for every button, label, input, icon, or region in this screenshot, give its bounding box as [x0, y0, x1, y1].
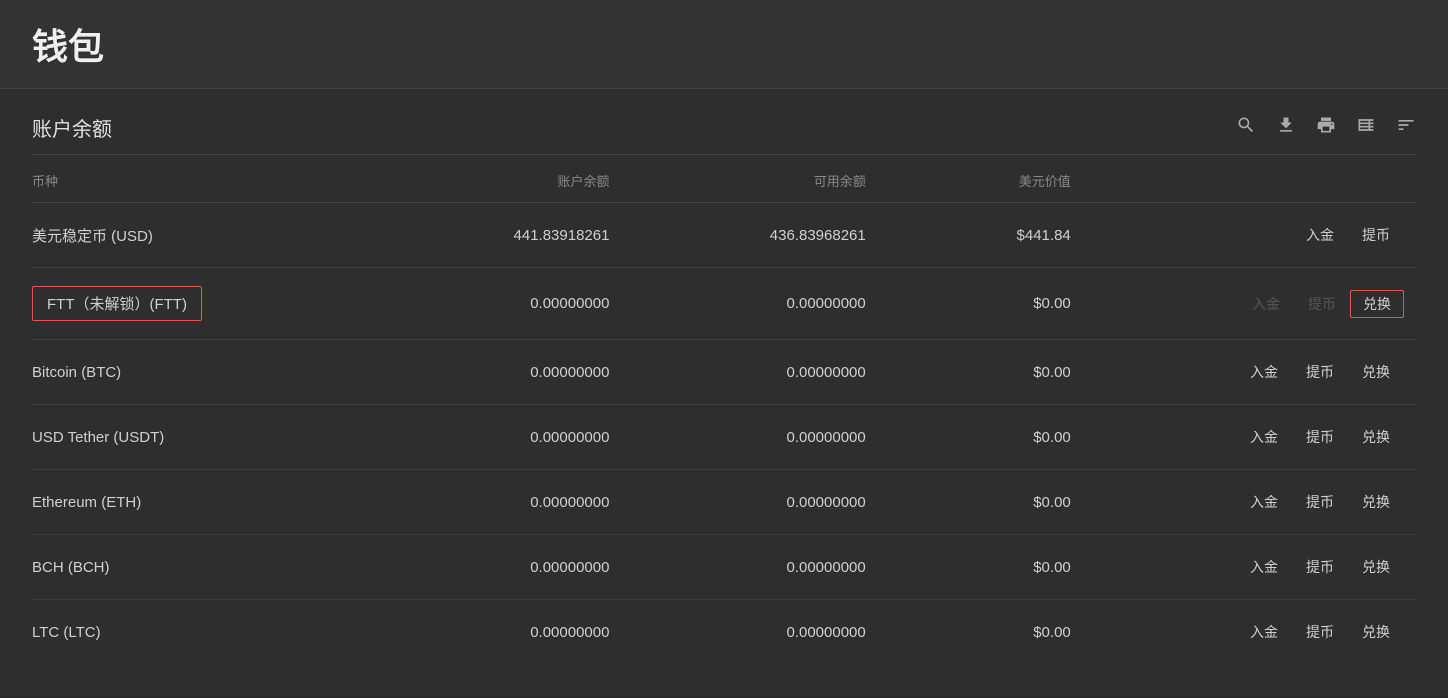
withdraw-button[interactable]: 提币	[1292, 358, 1348, 386]
usd-value-cell: $0.00	[878, 470, 1083, 535]
usd-value-cell: $0.00	[878, 600, 1083, 665]
balances-table: 币种 账户余额 可用余额 美元价值 美元稳定币 (USD)441.8391826…	[32, 155, 1416, 664]
currency-cell: 美元稳定币 (USD)	[32, 203, 365, 268]
actions-cell: 入金提币兑换	[1083, 268, 1416, 340]
deposit-button[interactable]: 入金	[1236, 618, 1292, 646]
exchange-button[interactable]: 兑换	[1348, 423, 1404, 451]
exchange-button[interactable]: 兑换	[1348, 553, 1404, 581]
page-header: 钱包	[0, 0, 1448, 89]
section-header: 账户余额	[32, 89, 1416, 155]
exchange-button[interactable]: 兑换	[1348, 358, 1404, 386]
actions-cell: 入金提币兑换	[1083, 405, 1416, 470]
available-cell: 0.00000000	[621, 268, 877, 340]
ftt-currency-label: FTT（未解锁）(FTT)	[32, 286, 202, 321]
usd-value-cell: $0.00	[878, 405, 1083, 470]
table-row: FTT（未解锁）(FTT)0.000000000.00000000$0.00入金…	[32, 268, 1416, 340]
usd-value-cell: $0.00	[878, 268, 1083, 340]
download-icon[interactable]	[1276, 115, 1296, 140]
balance-cell: 0.00000000	[365, 268, 621, 340]
available-cell: 0.00000000	[621, 340, 877, 405]
table-row: BCH (BCH)0.000000000.00000000$0.00入金提币兑换	[32, 535, 1416, 600]
deposit-button[interactable]: 入金	[1236, 553, 1292, 581]
actions-cell: 入金提币兑换	[1083, 600, 1416, 665]
main-content: 账户余额	[0, 89, 1448, 696]
currency-cell: Bitcoin (BTC)	[32, 340, 365, 405]
balance-cell: 441.83918261	[365, 203, 621, 268]
balance-cell: 0.00000000	[365, 535, 621, 600]
exchange-button[interactable]: 兑换	[1348, 618, 1404, 646]
exchange-button[interactable]: 兑换	[1350, 290, 1404, 318]
withdraw-button[interactable]: 提币	[1292, 423, 1348, 451]
available-cell: 0.00000000	[621, 470, 877, 535]
header-currency: 币种	[32, 155, 365, 203]
table-row: 美元稳定币 (USD)441.83918261436.83968261$441.…	[32, 203, 1416, 268]
columns-icon[interactable]	[1356, 115, 1376, 140]
currency-cell: BCH (BCH)	[32, 535, 365, 600]
toolbar	[1236, 115, 1416, 140]
withdraw-button[interactable]: 提币	[1292, 488, 1348, 516]
table-row: LTC (LTC)0.000000000.00000000$0.00入金提币兑换	[32, 600, 1416, 665]
usd-value-cell: $441.84	[878, 203, 1083, 268]
filter-icon[interactable]	[1396, 115, 1416, 140]
usd-value-cell: $0.00	[878, 535, 1083, 600]
balance-cell: 0.00000000	[365, 405, 621, 470]
available-cell: 0.00000000	[621, 405, 877, 470]
deposit-button[interactable]: 入金	[1236, 488, 1292, 516]
withdraw-button[interactable]: 提币	[1294, 290, 1350, 318]
header-usd-value: 美元价值	[878, 155, 1083, 203]
balance-cell: 0.00000000	[365, 470, 621, 535]
withdraw-button[interactable]: 提币	[1348, 221, 1404, 249]
print-icon[interactable]	[1316, 115, 1336, 140]
currency-cell: FTT（未解锁）(FTT)	[32, 268, 365, 340]
actions-cell: 入金提币	[1083, 203, 1416, 268]
available-cell: 0.00000000	[621, 535, 877, 600]
section-title: 账户余额	[32, 113, 112, 142]
usd-value-cell: $0.00	[878, 340, 1083, 405]
available-cell: 0.00000000	[621, 600, 877, 665]
header-available: 可用余额	[621, 155, 877, 203]
search-icon[interactable]	[1236, 115, 1256, 140]
balance-cell: 0.00000000	[365, 340, 621, 405]
table-row: Ethereum (ETH)0.000000000.00000000$0.00入…	[32, 470, 1416, 535]
currency-cell: LTC (LTC)	[32, 600, 365, 665]
currency-cell: USD Tether (USDT)	[32, 405, 365, 470]
exchange-button[interactable]: 兑换	[1348, 488, 1404, 516]
deposit-button[interactable]: 入金	[1236, 423, 1292, 451]
header-balance: 账户余额	[365, 155, 621, 203]
withdraw-button[interactable]: 提币	[1292, 618, 1348, 646]
table-row: USD Tether (USDT)0.000000000.00000000$0.…	[32, 405, 1416, 470]
balance-cell: 0.00000000	[365, 600, 621, 665]
currency-cell: Ethereum (ETH)	[32, 470, 365, 535]
deposit-button[interactable]: 入金	[1292, 221, 1348, 249]
actions-cell: 入金提币兑换	[1083, 340, 1416, 405]
actions-cell: 入金提币兑换	[1083, 470, 1416, 535]
table-row: Bitcoin (BTC)0.000000000.00000000$0.00入金…	[32, 340, 1416, 405]
page-title: 钱包	[32, 18, 1416, 70]
deposit-button[interactable]: 入金	[1236, 358, 1292, 386]
deposit-button[interactable]: 入金	[1238, 290, 1294, 318]
table-header-row: 币种 账户余额 可用余额 美元价值	[32, 155, 1416, 203]
header-actions	[1083, 155, 1416, 203]
withdraw-button[interactable]: 提币	[1292, 553, 1348, 581]
actions-cell: 入金提币兑换	[1083, 535, 1416, 600]
available-cell: 436.83968261	[621, 203, 877, 268]
